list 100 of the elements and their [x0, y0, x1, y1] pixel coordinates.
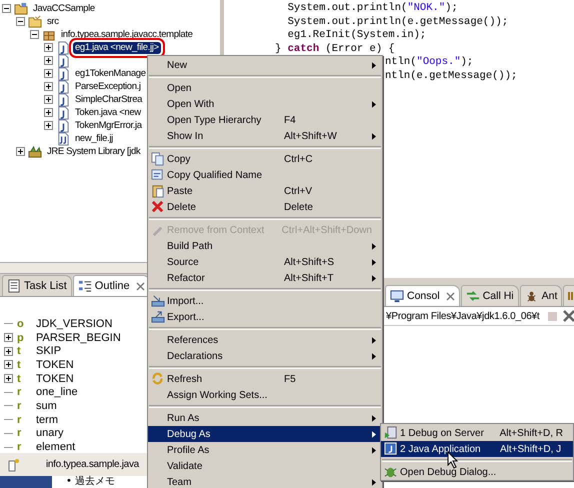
submenu-arrow-icon [372, 132, 376, 140]
expand-icon[interactable] [44, 121, 53, 130]
menu-item[interactable]: Import... [148, 293, 382, 309]
list-item[interactable]: • 過去メモ [66, 476, 116, 488]
node-type-icon: r [17, 441, 27, 454]
outline-item[interactable]: TOKEN [31, 372, 74, 385]
view-tab[interactable]: Outline [72, 275, 150, 296]
view-tab[interactable]: Ant [520, 285, 562, 306]
menu-item[interactable]: Team [148, 474, 382, 488]
outline-item[interactable]: PARSER_BEGIN [31, 332, 121, 344]
view-tab[interactable]: Consol [385, 285, 460, 306]
expand-icon[interactable] [44, 108, 53, 117]
submenu-arrow-icon [372, 446, 376, 454]
outline-item[interactable]: one_line [31, 386, 78, 398]
collapse-icon[interactable] [16, 17, 25, 26]
expand-icon[interactable] [44, 69, 53, 78]
java-file-icon [56, 80, 70, 94]
tree-item[interactable]: info.typea.sample.javacc.template [59, 28, 195, 40]
tree-item[interactable]: new_file.jj [73, 132, 115, 144]
outline-item[interactable]: sum [31, 400, 57, 412]
refresh-icon [151, 372, 165, 386]
server-icon [384, 426, 398, 440]
outline-item[interactable]: unary [31, 427, 64, 440]
expand-icon[interactable] [44, 95, 53, 104]
package-label: info.typea.sample.java [46, 459, 139, 470]
submenu-arrow-icon [372, 100, 376, 108]
close-icon[interactable] [136, 282, 145, 290]
view-tab[interactable]: Call Hi [460, 285, 519, 306]
submenu-arrow-icon [372, 352, 376, 360]
menu-item[interactable]: Debug As [148, 426, 382, 442]
submenu-arrow-icon [372, 336, 376, 344]
node-type-icon: r [17, 386, 27, 398]
view-tab[interactable]: Task List [2, 275, 72, 296]
copy-icon [151, 168, 165, 182]
expand-icon[interactable] [44, 56, 53, 65]
bug-icon [384, 465, 398, 479]
menu-item[interactable]: Run As [148, 410, 382, 426]
tree-item[interactable]: SimpleCharStrea [73, 94, 144, 106]
clipboard-icon [151, 184, 165, 198]
menu-item[interactable]: References [148, 332, 382, 348]
node-type-icon: p [17, 332, 27, 344]
expand-icon[interactable] [44, 82, 53, 91]
close-icon[interactable] [446, 292, 455, 300]
code-line: ntln(e.getMessage()); [385, 70, 518, 83]
library-icon [28, 144, 42, 158]
package-icon [8, 458, 20, 472]
expand-icon[interactable] [44, 43, 53, 52]
expand-icon[interactable] [4, 333, 13, 342]
export-icon [151, 310, 165, 324]
task-list-icon [7, 279, 21, 293]
expand-icon[interactable] [16, 147, 25, 156]
submenu-arrow-icon [372, 62, 376, 68]
menu-item[interactable]: 2 Java Application Alt+Shift+D, J [381, 441, 573, 457]
outline-item[interactable]: JDK_VERSION [31, 318, 112, 330]
node-type-icon: o [17, 318, 27, 330]
tree-item[interactable]: eg1.java <new_file.jj> [73, 42, 161, 54]
submenu-arrow-icon [372, 478, 376, 486]
submenu-arrow-icon [372, 274, 376, 282]
menu-item[interactable]: Assign Working Sets... [148, 387, 382, 403]
expand-icon[interactable] [4, 374, 13, 384]
menu-item[interactable]: Validate [148, 458, 382, 474]
remove-icon[interactable] [562, 310, 574, 322]
arrows-icon [466, 289, 480, 303]
import-icon [151, 294, 165, 308]
java-file-icon [56, 40, 70, 54]
tree-item[interactable]: eg1TokenManage [73, 68, 148, 80]
tree-item[interactable]: src [45, 16, 61, 28]
collapse-icon[interactable] [2, 4, 11, 13]
columns-icon [567, 290, 574, 302]
java-file-icon [56, 66, 70, 80]
tree-item[interactable]: ParseException.j [73, 80, 143, 92]
delete-icon [151, 200, 165, 214]
tree-item[interactable]: TokenMgrError.ja [73, 120, 144, 132]
java-file-icon [56, 92, 70, 106]
expand-icon[interactable] [4, 346, 13, 356]
collapse-icon[interactable] [30, 30, 39, 39]
outline-item[interactable]: TOKEN [31, 358, 74, 371]
java-app-icon [384, 442, 398, 456]
menu-item[interactable]: Open Debug Dialog... [381, 464, 573, 480]
grammar-file-icon [56, 132, 70, 146]
menu-item[interactable]: Refresh F5 [148, 371, 382, 387]
menu-item[interactable]: 1 Debug on Server Alt+Shift+D, R [381, 425, 573, 441]
code-line: eg1.ReInit(System.in); [286, 29, 426, 42]
code-line: System.out.println("NOK."); [286, 2, 458, 16]
expand-icon[interactable] [4, 360, 13, 370]
copy-icon [151, 152, 165, 166]
outline-item[interactable]: term [31, 414, 58, 426]
code-line: } catch (Error e) { [275, 42, 395, 56]
menu-item[interactable]: Profile As [148, 442, 382, 458]
node-type-icon: r [17, 414, 27, 426]
menu-item[interactable]: Export... [148, 309, 382, 325]
outline-item[interactable]: element [31, 441, 76, 454]
java-file-icon [56, 54, 70, 68]
outline-icon [78, 279, 92, 293]
node-type-icon: r [17, 427, 27, 440]
tree-item[interactable]: JRE System Library [jdk [45, 146, 142, 158]
outline-item[interactable]: SKIP [31, 345, 62, 358]
tree-item[interactable]: Token.java <new [73, 106, 143, 118]
tree-item[interactable]: JavaCCSample [31, 2, 97, 14]
menu-item[interactable]: Declarations [148, 348, 382, 364]
